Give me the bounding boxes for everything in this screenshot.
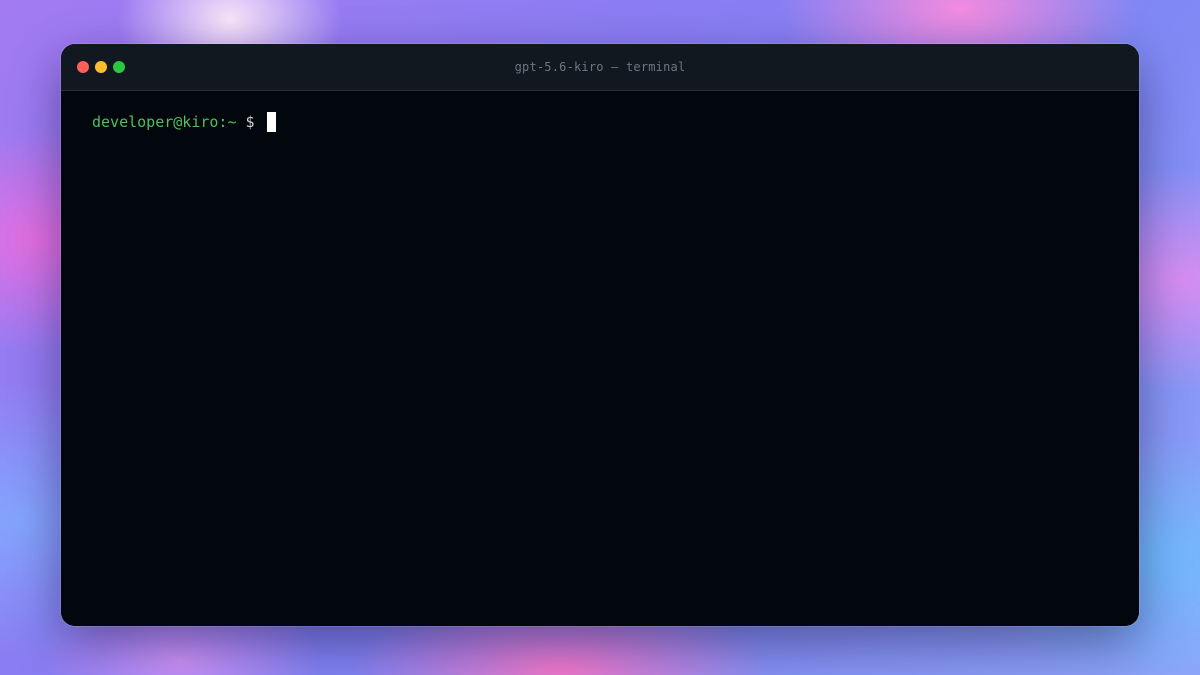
terminal-window[interactable]: gpt-5.6-kiro — terminal developer@kiro:~… — [61, 44, 1139, 626]
window-titlebar[interactable]: gpt-5.6-kiro — terminal — [61, 44, 1139, 91]
desktop-wallpaper: gpt-5.6-kiro — terminal developer@kiro:~… — [0, 0, 1200, 675]
prompt-user-host: developer@kiro:~ — [92, 113, 237, 131]
text-cursor — [266, 112, 276, 132]
terminal-output-area[interactable]: developer@kiro:~ $ — [61, 91, 1139, 626]
window-title: gpt-5.6-kiro — terminal — [514, 60, 686, 74]
prompt-symbol: $ — [245, 113, 255, 131]
prompt-line[interactable]: developer@kiro:~ $ — [92, 111, 276, 133]
